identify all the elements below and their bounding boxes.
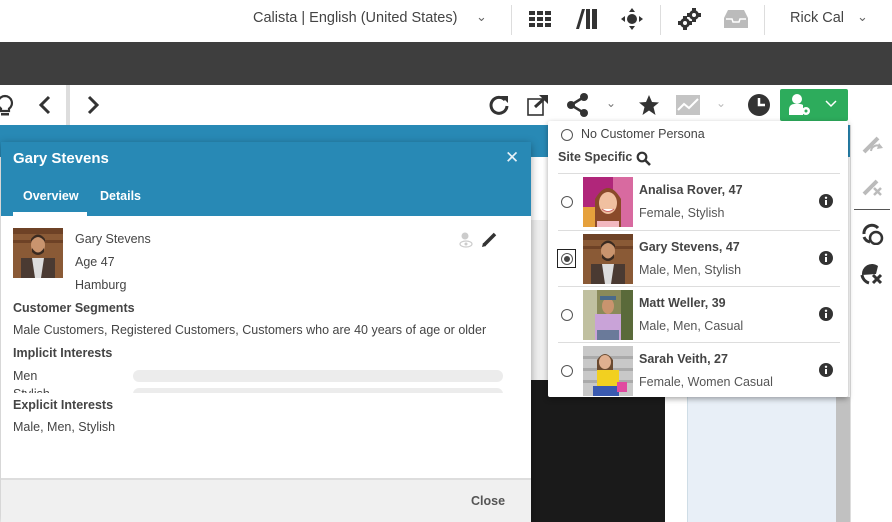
dialog-header: Gary Stevens ✕ Overview Details: [1, 142, 531, 216]
persona-name: Gary Stevens, 47: [639, 240, 740, 254]
dialog-footer: Close: [1, 478, 531, 522]
persona-tags: Male, Men, Stylish: [639, 263, 742, 277]
page-image-background: [530, 380, 665, 522]
back-icon[interactable]: [32, 93, 58, 117]
info-icon[interactable]: [819, 251, 833, 270]
analytics-icon[interactable]: [675, 93, 701, 117]
implicit-interests-list[interactable]: Men Stylish: [13, 367, 513, 393]
site-language-selector[interactable]: Calista | English (United States): [253, 10, 457, 26]
user-menu[interactable]: Rick Cal: [790, 10, 844, 26]
info-icon[interactable]: [819, 194, 833, 213]
info-icon[interactable]: [819, 307, 833, 326]
persona-details-dialog: Gary Stevens ✕ Overview Details Gary Ste…: [1, 142, 531, 522]
no-persona-label[interactable]: No Customer Persona: [581, 127, 705, 141]
interest-label: Men: [13, 369, 38, 383]
navigation-icon[interactable]: [619, 8, 645, 30]
share-icon[interactable]: [565, 93, 591, 117]
tab-overview[interactable]: Overview: [23, 189, 79, 203]
page-scrollbar[interactable]: [836, 397, 850, 522]
persona-photo: [583, 177, 633, 227]
page-content-background: [530, 220, 550, 380]
explicit-interests-value: Male, Men, Stylish: [13, 420, 116, 434]
library-icon[interactable]: [574, 8, 600, 30]
customer-persona-button[interactable]: [780, 89, 848, 121]
close-button[interactable]: Close: [471, 494, 505, 508]
page-panel-background: [687, 397, 837, 522]
group-label: Site Specific: [558, 150, 633, 164]
right-rail: [850, 125, 892, 522]
chevron-down-icon[interactable]: ⌄: [476, 9, 487, 25]
apps-grid-icon[interactable]: [527, 8, 553, 30]
share-dropdown-chevron-icon[interactable]: ⌄: [606, 96, 616, 110]
history-icon[interactable]: [746, 93, 772, 117]
refresh-icon[interactable]: [486, 93, 512, 117]
persona-name: Analisa Rover, 47: [639, 183, 743, 197]
ribbon-bar: [0, 42, 892, 85]
analytics-dropdown-chevron-icon[interactable]: ⌄: [716, 96, 726, 110]
persona-icon: [789, 94, 810, 115]
explicit-interests-heading: Explicit Interests: [13, 398, 114, 412]
page-gutter: [665, 400, 687, 522]
interest-row: Men: [13, 367, 513, 385]
profile-city: Hamburg: [75, 278, 127, 292]
divider: [854, 209, 890, 210]
persona-radio[interactable]: [561, 309, 573, 321]
interest-row: Stylish: [13, 385, 513, 393]
star-icon[interactable]: [636, 93, 662, 117]
customer-segments-value: Male Customers, Registered Customers, Cu…: [13, 323, 487, 337]
divider: [511, 5, 512, 35]
persona-tags: Female, Women Casual: [639, 375, 773, 389]
open-external-icon[interactable]: [525, 93, 551, 117]
profile-name: Gary Stevens: [75, 232, 151, 246]
interest-progress-bar: [133, 370, 503, 382]
persona-radio[interactable]: [561, 196, 573, 208]
inbox-icon[interactable]: [723, 8, 749, 30]
persona-name: Sarah Veith, 27: [639, 352, 728, 366]
close-icon[interactable]: ✕: [505, 148, 519, 168]
no-persona-radio[interactable]: [561, 129, 573, 141]
avatar: [13, 228, 63, 278]
persona-dropdown: No Customer Persona Site Specific Analis…: [548, 121, 848, 397]
profile-age: Age 47: [75, 255, 115, 269]
customer-segments-heading: Customer Segments: [13, 301, 135, 315]
persona-view-icon[interactable]: [458, 232, 474, 253]
dialog-title: Gary Stevens: [13, 150, 109, 167]
active-tab-indicator: [13, 212, 87, 216]
sync-globe-icon[interactable]: [859, 221, 885, 247]
persona-item[interactable]: Sarah Veith, 27 Female, Women Casual: [548, 343, 848, 399]
persona-tags: Female, Stylish: [639, 206, 725, 220]
interest-progress-bar: [133, 388, 503, 393]
editor-toolbar: ⌄ ⌄: [0, 85, 892, 145]
forward-icon[interactable]: [80, 93, 106, 117]
settings-gears-icon[interactable]: [677, 8, 703, 30]
lightbulb-icon[interactable]: [0, 93, 18, 117]
search-icon[interactable]: [636, 151, 651, 171]
interest-label: Stylish: [13, 387, 50, 393]
persona-item[interactable]: Matt Weller, 39 Male, Men, Casual: [548, 287, 848, 343]
persona-photo: [583, 290, 633, 340]
chevron-down-icon[interactable]: ⌄: [857, 9, 868, 25]
chevron-down-icon: [825, 100, 837, 108]
divider: [764, 5, 765, 35]
persona-photo: [583, 234, 633, 284]
info-icon[interactable]: [819, 363, 833, 382]
tab-details[interactable]: Details: [100, 189, 141, 203]
implicit-interests-heading: Implicit Interests: [13, 346, 113, 360]
edit-pencil-icon[interactable]: [482, 231, 498, 252]
edit-undo-icon[interactable]: [859, 131, 885, 157]
top-header: Calista | English (United States) ⌄ Rick…: [0, 0, 892, 42]
globe-remove-icon[interactable]: [859, 261, 885, 287]
persona-tags: Male, Men, Casual: [639, 319, 744, 333]
edit-remove-icon[interactable]: [859, 173, 885, 199]
divider: [660, 5, 661, 35]
persona-item[interactable]: Gary Stevens, 47 Male, Men, Stylish: [548, 231, 848, 287]
persona-photo: [583, 346, 633, 396]
persona-item[interactable]: Analisa Rover, 47 Female, Stylish: [548, 174, 848, 230]
persona-name: Matt Weller, 39: [639, 296, 726, 310]
persona-radio[interactable]: [561, 365, 573, 377]
persona-radio[interactable]: [561, 253, 573, 265]
